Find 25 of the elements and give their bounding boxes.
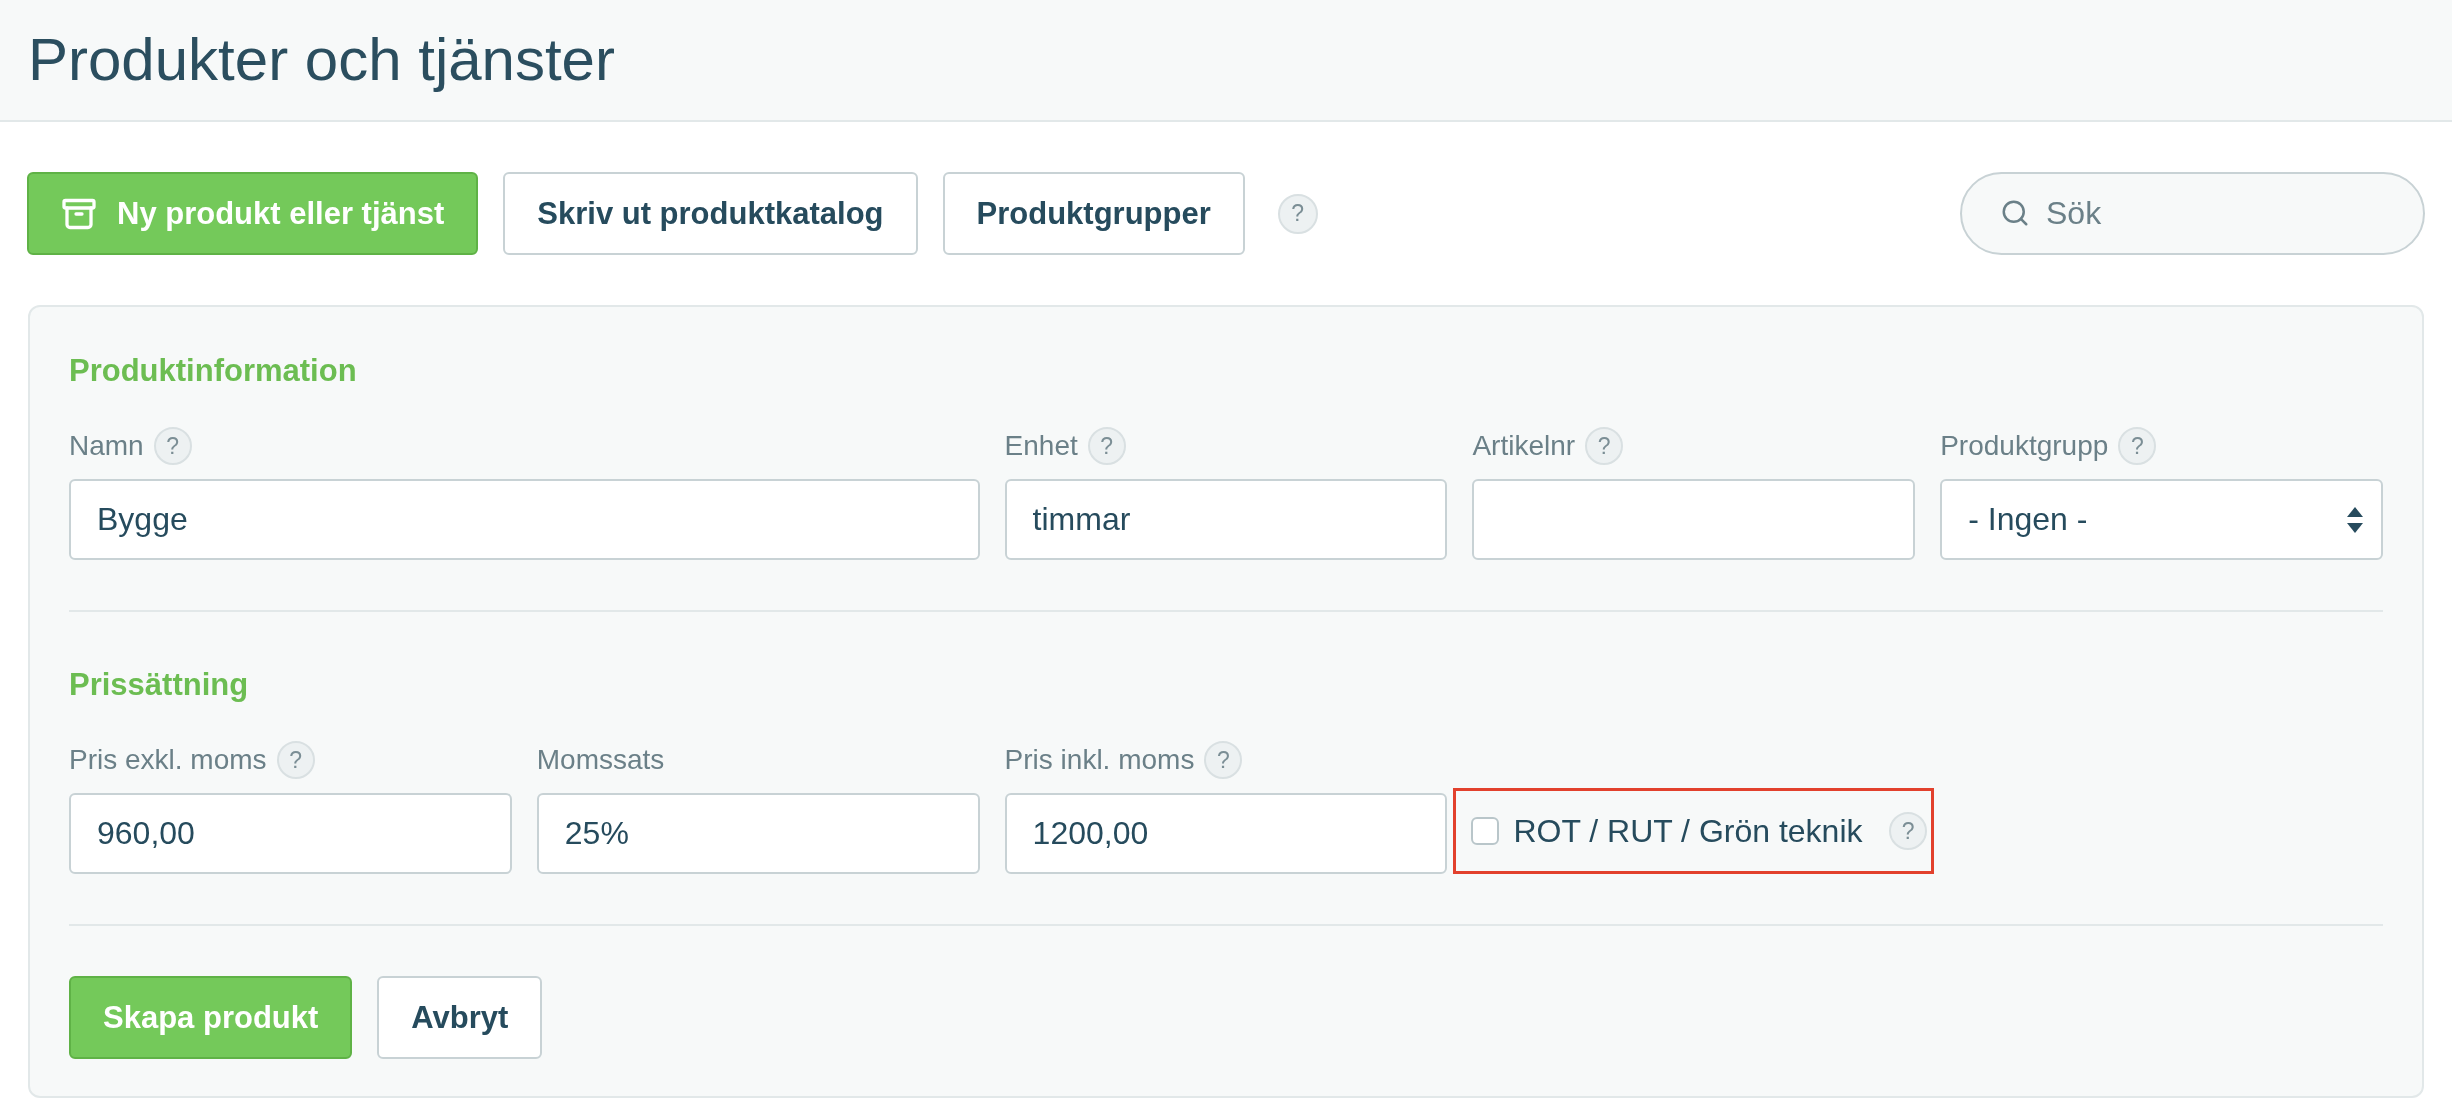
cancel-button[interactable]: Avbryt — [377, 976, 543, 1059]
section-title: Produktinformation — [69, 353, 357, 389]
input-field[interactable] — [1472, 479, 1916, 560]
field-label: Artikelnr — [1472, 430, 1576, 462]
field-label: Enhet — [1004, 430, 1078, 462]
up-down-caret-icon — [2347, 506, 2363, 533]
field-label: Produktgrupp — [1940, 430, 2109, 462]
toolbar-button[interactable]: Produktgrupper — [942, 172, 1245, 255]
input-field[interactable]: timmar — [1004, 479, 1448, 560]
search-field[interactable]: Sök — [1960, 172, 2425, 255]
input-field[interactable]: Bygge — [69, 479, 980, 560]
field-label: Momssats — [536, 744, 665, 776]
input-field[interactable]: 25% — [536, 793, 980, 874]
toolbar-button[interactable]: Skriv ut produktkatalog — [503, 172, 918, 255]
field-label: Pris inkl. moms — [1004, 744, 1195, 776]
section-title: Prissättning — [69, 667, 249, 703]
select-field[interactable]: - Ingen - — [1940, 479, 2383, 560]
search-icon — [2000, 198, 2030, 228]
checkbox[interactable] — [1471, 817, 1500, 845]
field-label: Pris exkl. moms — [69, 744, 267, 776]
checkbox-label[interactable]: ROT / RUT / Grön teknik — [1513, 812, 1863, 850]
input-field[interactable]: 1200,00 — [1004, 793, 1448, 874]
page-title: Produkter och tjänster — [28, 27, 615, 93]
input-field[interactable]: 960,00 — [69, 793, 512, 874]
field-label: Namn — [69, 430, 144, 462]
